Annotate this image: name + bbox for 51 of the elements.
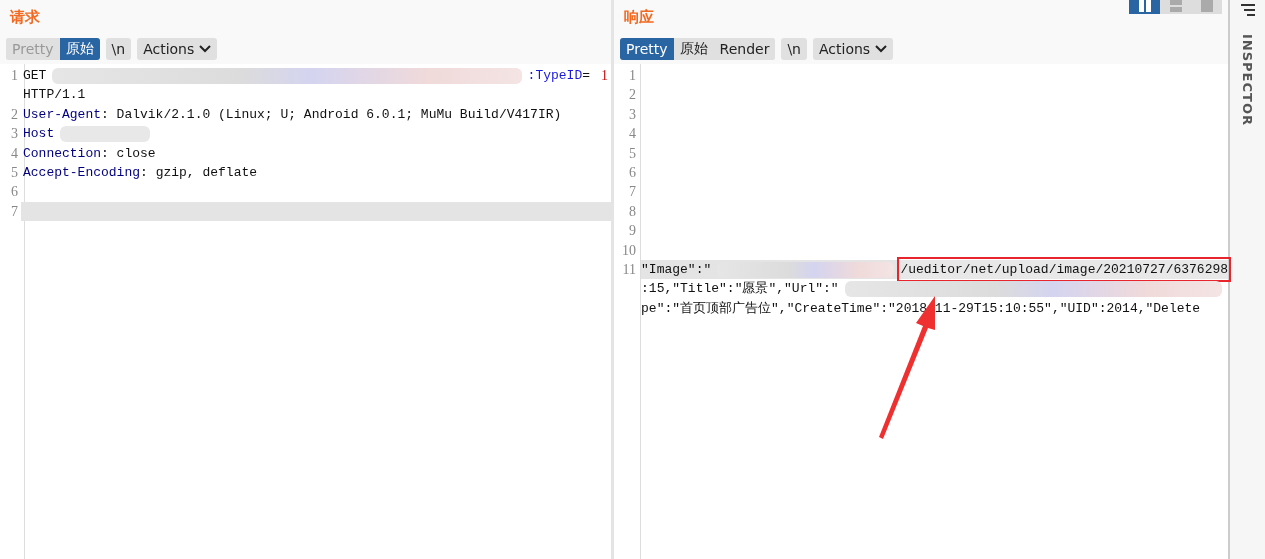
line-number: 1 (628, 67, 638, 85)
highlighted-code-text: /ueditor/net/upload/image/20210727/6376298 (900, 260, 1229, 280)
code-text: "Image":" (641, 261, 712, 280)
code-text: : Dalvik/2.1.0 (Linux; U; Android 6.0.1; MuMu Build/V417IR) (101, 105, 562, 124)
layout-toggle-button[interactable] (1129, 0, 1161, 14)
line-number: 3 (628, 105, 638, 124)
code-text: Accept-Encoding (23, 164, 141, 183)
line-number: 1 (10, 67, 19, 85)
layout-icon (1137, 0, 1152, 12)
code-text: : close (101, 144, 156, 163)
toolbar-button[interactable]: Actions (137, 38, 218, 60)
code-text: Host (23, 125, 55, 144)
line-number: 5 (628, 144, 638, 163)
line-number: 11 (621, 261, 638, 280)
line-number: 9 (628, 222, 638, 241)
code-text: 1 (600, 67, 610, 85)
line-number: 3 (10, 125, 19, 144)
code-text: User-Agent (23, 105, 101, 124)
code-text: Connection (23, 144, 101, 163)
line-number: 10 (621, 241, 638, 260)
inspector-tab[interactable]: INSPECTOR (1240, 34, 1256, 126)
menu-icon[interactable] (1239, 4, 1256, 16)
layout-icon (1168, 0, 1183, 12)
code-text: :15,"Title":"愿景","Url":" (641, 280, 839, 299)
layout-toggle-button[interactable] (1191, 0, 1223, 14)
line-number: 8 (628, 202, 638, 221)
code-text: GET (23, 67, 47, 85)
layout-toggle-button[interactable] (1160, 0, 1192, 14)
line-number: 4 (628, 125, 638, 144)
line-number: 6 (628, 164, 638, 183)
panel-title: 响应 (624, 7, 655, 27)
code-text: : gzip, deflate (140, 164, 258, 183)
toolbar-button[interactable]: \n (781, 38, 807, 60)
layout-icon (1199, 0, 1214, 12)
line-number: 5 (10, 164, 19, 183)
code-text: :TypeID (527, 67, 583, 85)
code-text: HTTP/1.1 (23, 86, 86, 105)
line-number: 4 (10, 144, 19, 163)
line-number: 7 (628, 183, 638, 202)
line-number: 7 (10, 202, 19, 221)
caret-icon (875, 45, 888, 53)
caret-icon (199, 45, 212, 53)
toolbar-button[interactable]: Actions (813, 38, 894, 60)
line-number: 6 (10, 183, 19, 202)
code-text: = (582, 67, 591, 85)
line-number: 2 (10, 105, 19, 124)
toolbar-button[interactable]: \n (105, 38, 132, 60)
view-tab[interactable]: Pretty (620, 38, 674, 60)
view-tab[interactable]: 原始 (59, 38, 100, 60)
line-number: 2 (628, 86, 638, 105)
panel-title: 请求 (10, 7, 40, 27)
